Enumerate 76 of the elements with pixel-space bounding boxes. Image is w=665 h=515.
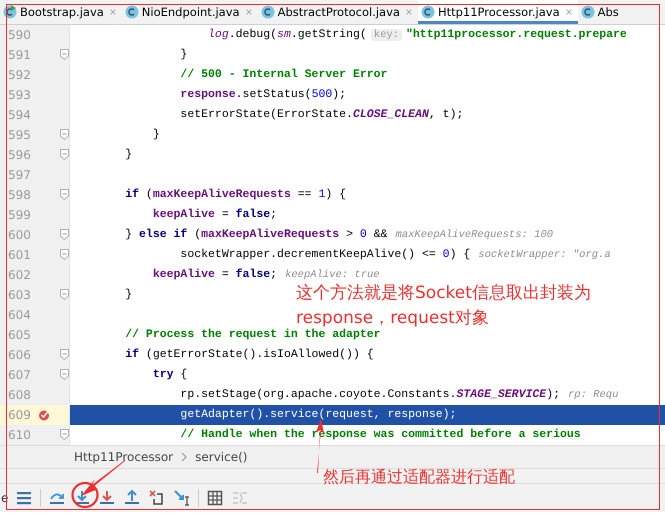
line-number: 603 [8, 288, 32, 302]
class-file-icon [124, 5, 139, 19]
line-number: 601 [8, 248, 32, 262]
step-out-icon[interactable] [123, 489, 142, 507]
close-icon[interactable] [244, 8, 253, 16]
force-step-into-icon[interactable] [98, 489, 116, 507]
tab-label: AbstractProtocol.java [278, 5, 400, 19]
fold-icon[interactable] [60, 369, 69, 380]
chevron-icon [181, 452, 188, 462]
code-line: socketWrapper.decrementKeepAlive() <= 0) { socketWrapper: "org.a [69, 245, 665, 265]
fold-icon[interactable] [60, 229, 69, 240]
line-number: 610 [8, 428, 32, 442]
breakpoint-icon[interactable] [38, 409, 50, 421]
tab-label: Http11Processor.java [438, 5, 560, 19]
code-line: keepAlive = false; [69, 205, 665, 225]
file-tab[interactable]: Bootstrap.java [0, 0, 122, 24]
code-line: // Process the request in the adapter [69, 325, 665, 345]
line-number: 595 [8, 128, 32, 142]
tab-label: Bootstrap.java [20, 5, 104, 19]
line-number: 593 [8, 88, 32, 102]
file-tab[interactable]: Http11Processor.java [418, 0, 578, 24]
tab-label: NioEndpoint.java [142, 5, 240, 19]
frames-icon[interactable] [15, 489, 34, 507]
code-line: } else if (maxKeepAliveRequests > 0 && maxKeepAliveRequests: 100 [69, 225, 665, 245]
line-number: 597 [8, 168, 32, 182]
class-file-icon [260, 5, 275, 19]
code-line: try { [69, 365, 665, 385]
line-number: 607 [8, 368, 32, 382]
line-number: 609 [8, 408, 32, 422]
line-number: 596 [8, 148, 32, 162]
line-number: 599 [8, 208, 32, 222]
code-line: log.debug(sm.getString( key: "http11processor.request.prepare [69, 25, 665, 45]
line-number: 591 [8, 48, 32, 62]
code-line: if (getErrorState().isIoAllowed()) { [69, 345, 665, 365]
line-number: 598 [8, 188, 32, 202]
breadcrumb-item[interactable]: service() [195, 450, 248, 464]
run-to-cursor-icon[interactable] [173, 489, 192, 507]
close-icon[interactable] [404, 8, 413, 16]
file-tab[interactable]: NioEndpoint.java [122, 0, 258, 24]
fold-icon[interactable] [60, 429, 69, 440]
fold-icon[interactable] [60, 129, 69, 140]
fold-icon[interactable] [60, 289, 69, 300]
fold-icon[interactable] [60, 149, 69, 160]
class-file-icon [3, 5, 17, 19]
line-number: 590 [8, 28, 32, 42]
fold-icon[interactable] [60, 349, 69, 360]
file-tab[interactable]: Abs [578, 0, 624, 24]
code-line: keepAlive = false; keepAlive: true [69, 265, 665, 285]
code-line: } [69, 125, 665, 145]
tab-label: Abs [598, 5, 619, 19]
code-line: } [69, 45, 665, 65]
close-icon[interactable] [108, 8, 117, 16]
code-line: } [69, 145, 665, 165]
line-number: 608 [8, 388, 32, 402]
class-file-icon [420, 5, 435, 19]
breadcrumb-item[interactable]: Http11Processor [74, 450, 174, 464]
file-tab[interactable]: AbstractProtocol.java [258, 0, 418, 24]
code-line: response.setStatus(500); [69, 85, 665, 105]
line-number: 600 [8, 228, 32, 242]
highlight-circle [71, 481, 99, 509]
line-number: 602 [8, 268, 32, 282]
line-number: 605 [8, 328, 32, 342]
line-number: 592 [8, 68, 32, 82]
line-number: 594 [8, 108, 32, 122]
class-file-icon [580, 5, 595, 19]
code-line: // 500 - Internal Server Error [69, 65, 665, 85]
annotation-text: 然后再通过适配器进行适配 [323, 467, 515, 488]
line-number: 604 [8, 308, 32, 322]
fold-icon[interactable] [60, 249, 69, 260]
line-number: 606 [8, 348, 32, 362]
fold-icon[interactable] [60, 189, 69, 200]
fold-icon[interactable] [60, 49, 69, 60]
evaluate-icon[interactable] [206, 489, 224, 507]
code-line: setErrorState(ErrorState.CLOSE_CLEAN, t); [69, 105, 665, 125]
code-line: if (maxKeepAliveRequests == 1) { [69, 185, 665, 205]
close-icon[interactable] [564, 8, 573, 16]
